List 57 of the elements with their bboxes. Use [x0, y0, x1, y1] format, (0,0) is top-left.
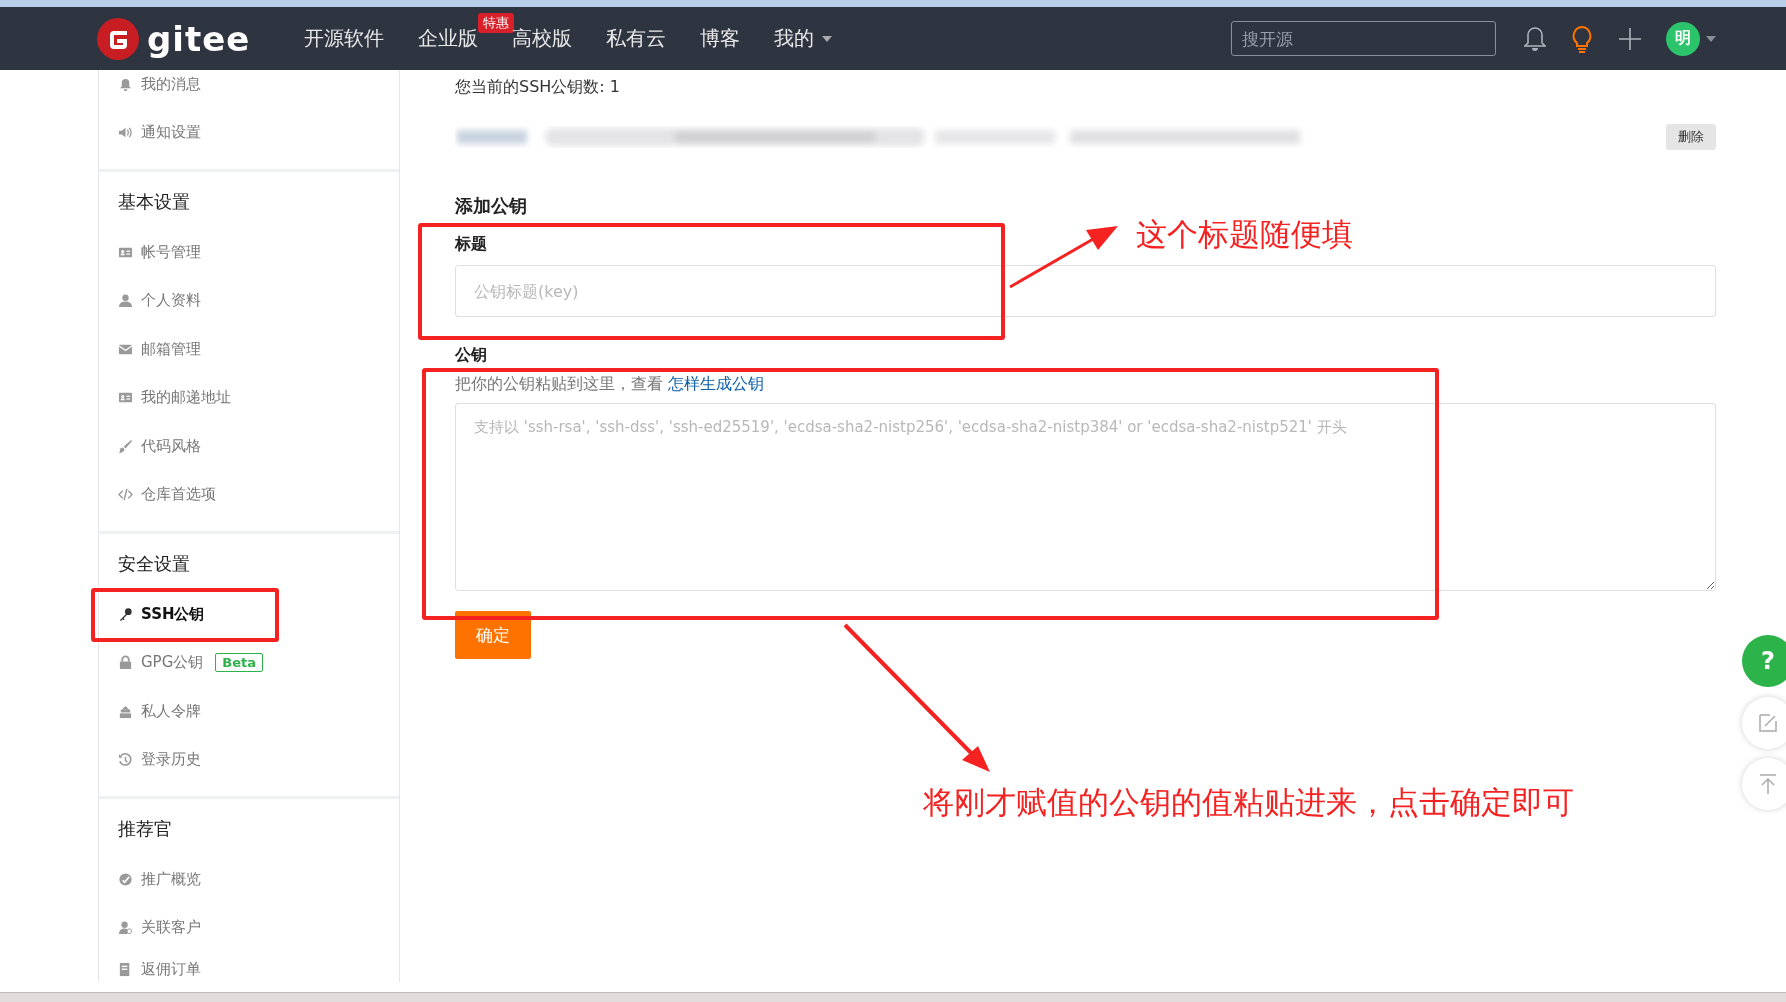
sidebar-item-icon	[118, 752, 133, 768]
sidebar-heading: 基本设置	[118, 190, 190, 214]
sidebar-heading: 推荐官	[118, 817, 172, 841]
sidebar-item[interactable]: 推广概览	[99, 855, 399, 904]
sidebar-item-icon	[118, 871, 133, 887]
sidebar-item[interactable]: 私人令牌	[99, 687, 399, 736]
sidebar-item[interactable]: 登录历史	[99, 735, 399, 784]
nav-link[interactable]: 开源软件	[300, 19, 389, 58]
sidebar-item-icon	[118, 920, 133, 936]
nav-link[interactable]: 博客	[696, 19, 745, 58]
sidebar-item[interactable]: 关联客户	[99, 903, 399, 952]
logo-icon[interactable]	[97, 17, 139, 60]
how-to-link[interactable]: 怎样生成公钥	[668, 374, 765, 393]
sidebar-item-icon	[118, 76, 133, 92]
sidebar-item[interactable]: 代码风格	[99, 422, 399, 471]
edit-icon	[1757, 712, 1779, 734]
sidebar-item-icon	[118, 703, 133, 719]
arrow-up-icon	[1757, 773, 1779, 795]
promo-badge: 特惠	[478, 13, 515, 33]
hint-text: 把你的公钥粘贴到这里，查看	[455, 374, 663, 393]
sidebar-item-icon	[118, 655, 133, 671]
annotation-text: 将刚才赋值的公钥的值粘贴进来，点击确定即可	[923, 783, 1574, 822]
search-field[interactable]: 搜开源	[1231, 21, 1496, 56]
sidebar-item-icon	[118, 293, 133, 309]
sidebar-item[interactable]: 帐号管理	[99, 228, 399, 277]
title-input-field[interactable]: 公钥标题(key)	[455, 265, 1716, 317]
sidebar-item-icon	[118, 606, 133, 622]
delete-button[interactable]: 删除	[1666, 124, 1716, 150]
beta-badge: Beta	[215, 653, 263, 673]
key-count-text: 您当前的SSH公钥数: 1	[455, 76, 620, 98]
sidebar-item[interactable]: SSH公钥	[99, 590, 399, 639]
section-title: 添加公钥	[455, 195, 527, 216]
field-label: 公钥	[455, 345, 487, 364]
sidebar-item[interactable]: GPG公钥 Beta	[99, 638, 399, 687]
logo-wordmark[interactable]: gitee	[147, 18, 251, 59]
nav-link[interactable]: 我的	[770, 19, 819, 58]
public-key-field[interactable]: 支持以 'ssh-rsa', 'ssh-dss', 'ssh-ed25519', 'ecdsa-sha2-nistp256', 'ecdsa-sha2-nistp384' or 'ecdsa-sha2-nistp521' 开头	[455, 403, 1716, 591]
sidebar-item[interactable]: 仓库首选项	[99, 470, 399, 519]
sidebar-item[interactable]: 我的消息	[99, 60, 399, 109]
sidebar-item[interactable]: 返佣订单	[99, 952, 399, 986]
sidebar-item-icon	[118, 487, 133, 503]
bell-icon[interactable]	[1524, 25, 1546, 52]
sidebar-item[interactable]: 邮箱管理	[99, 325, 399, 374]
confirm-button[interactable]: 确定	[455, 611, 531, 659]
plus-icon[interactable]	[1618, 26, 1642, 51]
sidebar-item[interactable]: 我的邮递地址	[99, 373, 399, 422]
sidebar-item[interactable]: 通知设置	[99, 108, 399, 157]
help-button[interactable]: ?	[1742, 635, 1786, 687]
lightbulb-icon[interactable]	[1570, 24, 1594, 53]
nav-link[interactable]: 私有云	[602, 19, 671, 58]
sidebar-item[interactable]: 个人资料	[99, 276, 399, 325]
sidebar-heading: 安全设置	[118, 552, 190, 576]
field-label: 标题	[455, 234, 487, 253]
annotation-text: 这个标题随便填	[1136, 215, 1353, 254]
caret-icon[interactable]	[1706, 35, 1716, 42]
caret-icon[interactable]	[822, 35, 833, 42]
sidebar-item-icon	[118, 438, 133, 454]
